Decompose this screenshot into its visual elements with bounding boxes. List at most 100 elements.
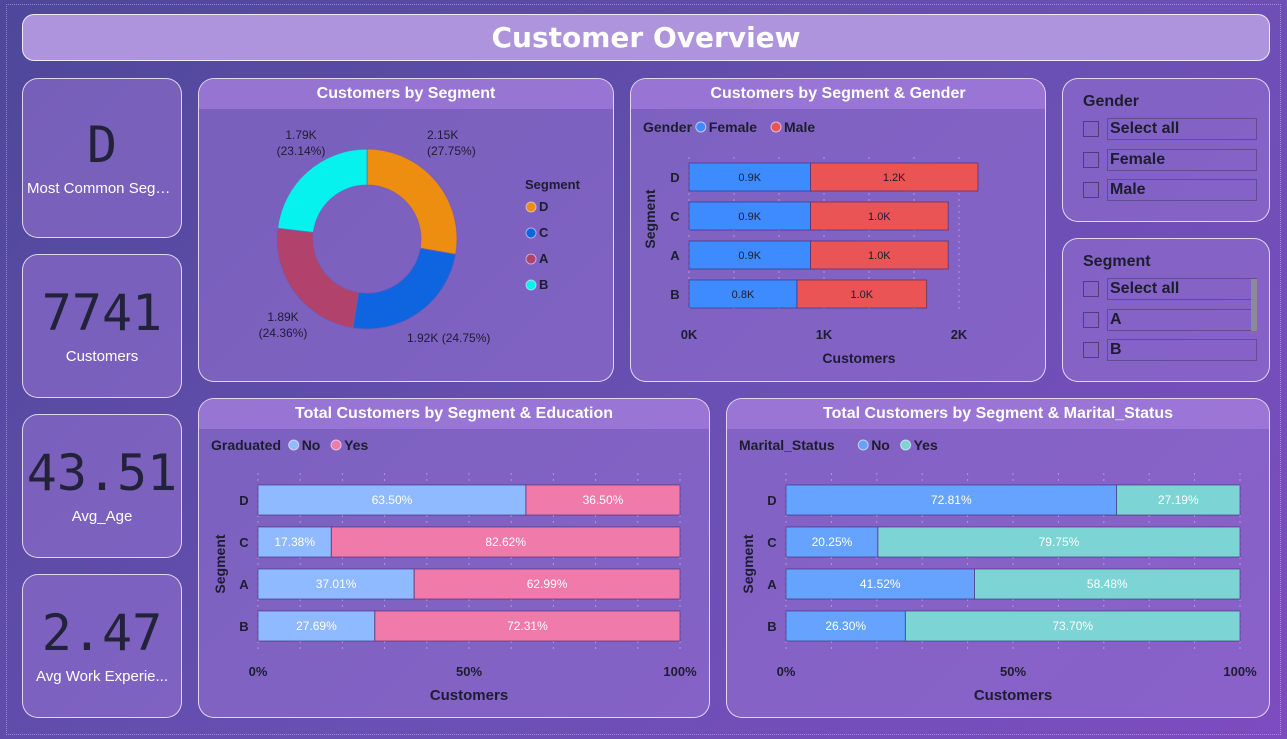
y-axis-title: Segment xyxy=(740,534,756,593)
kpi-value: 43.51 xyxy=(26,443,178,502)
education-bar-chart[interactable]: Graduated No Yes D 63.50% 36.50% C 17.38% 82.62%… xyxy=(199,429,710,717)
data-label: 72.81% xyxy=(931,493,972,507)
x-tick-label: 100% xyxy=(1223,664,1257,679)
checkbox[interactable] xyxy=(1083,312,1099,328)
legend-title: Marital_Status xyxy=(739,437,835,453)
checkbox[interactable] xyxy=(1083,182,1099,198)
segment-slicer: Segment Select all A B xyxy=(1062,238,1270,382)
kpi-value: 7741 xyxy=(41,283,163,342)
data-label: 1.89K (24.36%) xyxy=(259,310,308,340)
x-axis-title: Customers xyxy=(430,687,508,704)
slicer-option-a[interactable]: A xyxy=(1083,308,1257,332)
education-chart-panel[interactable]: Total Customers by Segment & Education G… xyxy=(198,398,710,718)
checkbox[interactable] xyxy=(1083,281,1099,297)
x-tick-label: 0K xyxy=(681,327,698,342)
y-axis-title: Segment xyxy=(212,534,228,593)
y-tick-label: D xyxy=(670,170,679,185)
legend-marker xyxy=(900,439,912,451)
y-tick-label: D xyxy=(767,493,776,508)
data-label: 0.9K xyxy=(738,172,761,184)
donut-slice-C xyxy=(352,247,457,330)
slicer-option-select-all[interactable]: Select all xyxy=(1083,117,1257,141)
y-tick-label: D xyxy=(239,493,248,508)
legend-entry-no: No xyxy=(871,437,890,453)
legend-title: Gender xyxy=(643,119,693,135)
donut-chart[interactable]: 2.15K (27.75%) 1.92K (24.75%) 1.89K (24.36%)… xyxy=(199,109,614,381)
legend-entry-no: No xyxy=(302,437,321,453)
legend-entry-yes: Yes xyxy=(914,437,938,453)
kpi-card-avg-age[interactable]: 43.51 Avg_Age xyxy=(22,414,182,558)
slicer-option-label: Select all xyxy=(1107,118,1257,140)
data-label: 1.0K xyxy=(868,250,891,262)
kpi-card-customers[interactable]: 7741 Customers xyxy=(22,254,182,398)
marital-bar-chart[interactable]: Marital_Status No Yes D 72.81% 27.19% C 20.25% 7… xyxy=(727,429,1270,717)
page-title: Customer Overview xyxy=(22,14,1270,61)
data-label: 27.19% xyxy=(1158,493,1199,507)
legend-marker xyxy=(288,439,300,451)
chart-title: Total Customers by Segment & Marital_Sta… xyxy=(727,399,1269,429)
slicer-title: Segment xyxy=(1083,253,1151,270)
checkbox[interactable] xyxy=(1083,152,1099,168)
slicer-option-male[interactable]: Male xyxy=(1083,178,1257,202)
donut-slice-D xyxy=(366,148,458,256)
legend-marker xyxy=(857,439,869,451)
y-tick-label: B xyxy=(670,287,679,302)
kpi-label: Customers xyxy=(65,347,139,365)
x-tick-label: 1K xyxy=(816,327,833,342)
kpi-card-avg-work-experience[interactable]: 2.47 Avg Work Experie... xyxy=(22,574,182,718)
slicer-option-label: A xyxy=(1107,309,1257,331)
data-label: 26.30% xyxy=(825,619,866,633)
legend-title: Graduated xyxy=(211,437,281,453)
data-label: 1.2K xyxy=(883,172,906,184)
x-tick-label: 50% xyxy=(1000,664,1026,679)
legend-entry-female: Female xyxy=(709,119,757,135)
checkbox[interactable] xyxy=(1083,121,1099,137)
x-tick-label: 0% xyxy=(777,664,796,679)
legend-entry-male: Male xyxy=(784,119,815,135)
kpi-label: Most Common Segm... xyxy=(27,179,177,197)
legend-marker xyxy=(525,253,537,265)
data-label: 1.92K (24.75%) xyxy=(407,331,490,345)
chart-title: Total Customers by Segment & Education xyxy=(199,399,709,429)
gender-bar-chart[interactable]: Gender Female Male D 0.9K 1.2K C 0.9K 1.0K A 0.9K 1… xyxy=(631,109,1046,381)
y-tick-label: B xyxy=(767,619,776,634)
y-tick-label: C xyxy=(670,209,680,224)
y-tick-label: B xyxy=(239,619,248,634)
kpi-card-most-common-segment[interactable]: D Most Common Segm... xyxy=(22,78,182,238)
donut-chart-panel[interactable]: Customers by Segment 2.15K (27.75%) 1.92K … xyxy=(198,78,614,382)
legend-entry-B: B xyxy=(539,277,548,292)
marital-chart-panel[interactable]: Total Customers by Segment & Marital_Sta… xyxy=(726,398,1270,718)
legend-marker xyxy=(525,227,537,239)
data-label: 0.8K xyxy=(732,289,755,301)
gender-chart-panel[interactable]: Customers by Segment & Gender Gender Fema… xyxy=(630,78,1046,382)
slicer-title: Gender xyxy=(1083,93,1140,110)
chart-title: Customers by Segment & Gender xyxy=(631,79,1045,109)
donut-slice-B xyxy=(277,148,368,234)
slicer-option-female[interactable]: Female xyxy=(1083,148,1257,172)
data-label: 36.50% xyxy=(583,493,624,507)
slicer-option-label: Female xyxy=(1107,149,1257,171)
legend-entry-C: C xyxy=(539,225,549,240)
y-tick-label: A xyxy=(239,577,249,592)
data-label: 17.38% xyxy=(274,535,315,549)
data-label: 58.48% xyxy=(1087,577,1128,591)
data-label: 62.99% xyxy=(527,577,568,591)
legend-entry-A: A xyxy=(539,251,549,266)
legend-marker xyxy=(770,121,782,133)
data-label: 63.50% xyxy=(372,493,413,507)
slicer-option-select-all[interactable]: Select all xyxy=(1083,277,1257,301)
slicer-scrollbar[interactable] xyxy=(1251,279,1257,331)
chart-title: Customers by Segment xyxy=(199,79,613,109)
slicer-option-label: B xyxy=(1107,339,1257,361)
data-label: 82.62% xyxy=(485,535,526,549)
legend-marker xyxy=(695,121,707,133)
checkbox[interactable] xyxy=(1083,342,1099,358)
gender-slicer: Gender Select all Female Male xyxy=(1062,78,1270,222)
data-label: 73.70% xyxy=(1052,619,1093,633)
data-label: 2.15K (27.75%) xyxy=(427,128,476,158)
kpi-label: Avg_Age xyxy=(71,507,133,525)
kpi-value: 2.47 xyxy=(41,603,163,662)
slicer-option-b[interactable]: B xyxy=(1083,338,1257,362)
y-tick-label: C xyxy=(767,535,777,550)
x-tick-label: 0% xyxy=(249,664,268,679)
